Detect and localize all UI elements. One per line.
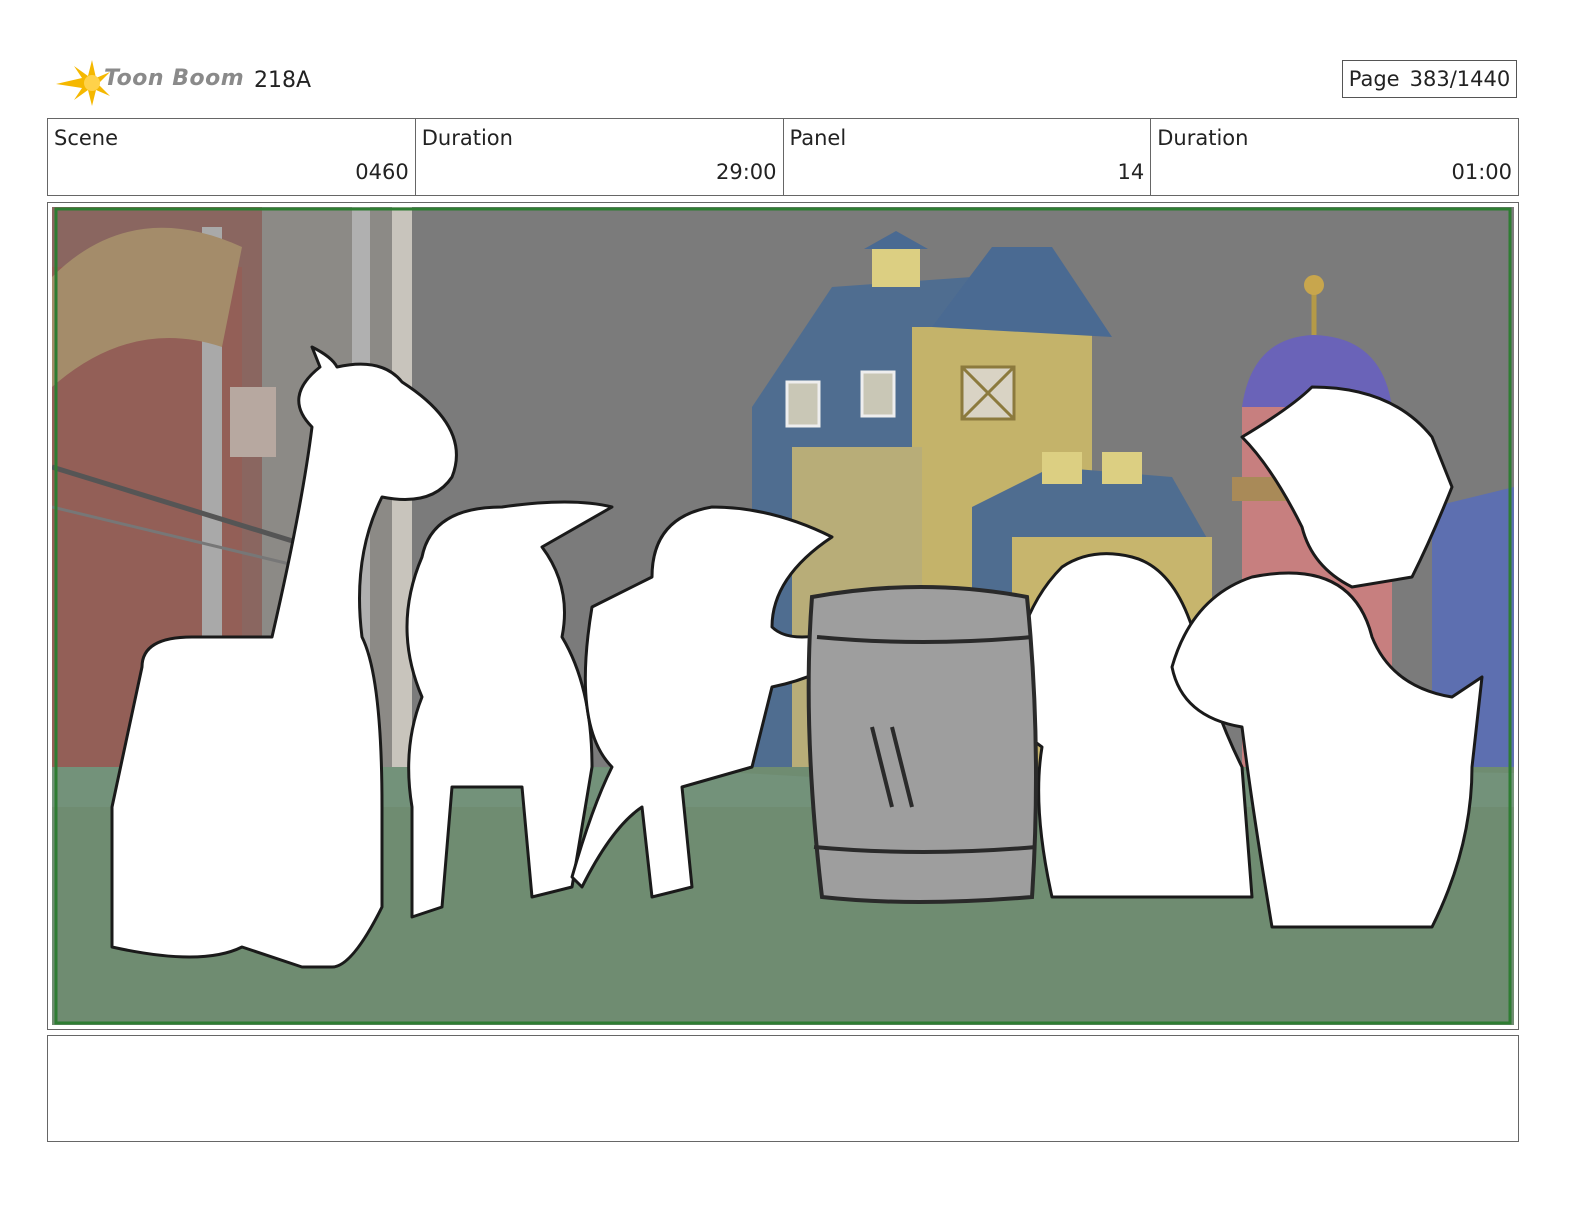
panel-value: 14 — [1117, 160, 1145, 184]
barrel-drawing — [806, 585, 1038, 904]
duration-value: 29:00 — [715, 160, 777, 184]
production-id: 218A — [254, 68, 312, 93]
duration-label: Duration — [421, 126, 513, 150]
info-table: Scene 0460 Duration 29:00 Panel 14 Durat… — [47, 118, 1519, 196]
panel-duration-value: 01:00 — [1451, 160, 1512, 184]
panel-cell: Panel 14 — [784, 119, 1152, 195]
page-number: 383/1440 — [1409, 67, 1511, 91]
scene-label: Scene — [54, 126, 119, 150]
scene-value: 0460 — [355, 160, 409, 184]
panel-duration-label: Duration — [1157, 126, 1249, 150]
storyboard-panel-image — [52, 207, 1514, 1025]
scene-cell: Scene 0460 — [48, 119, 416, 195]
panel-duration-cell: Duration 01:00 — [1151, 119, 1518, 195]
panel-label: Panel — [789, 126, 847, 150]
scene-duration-cell: Duration 29:00 — [416, 119, 784, 195]
page-label: Page — [1348, 67, 1400, 91]
page-indicator: Page 383/1440 — [1342, 60, 1517, 98]
panel-notes — [47, 1035, 1519, 1142]
logo-text: Toon Boom — [104, 66, 245, 91]
